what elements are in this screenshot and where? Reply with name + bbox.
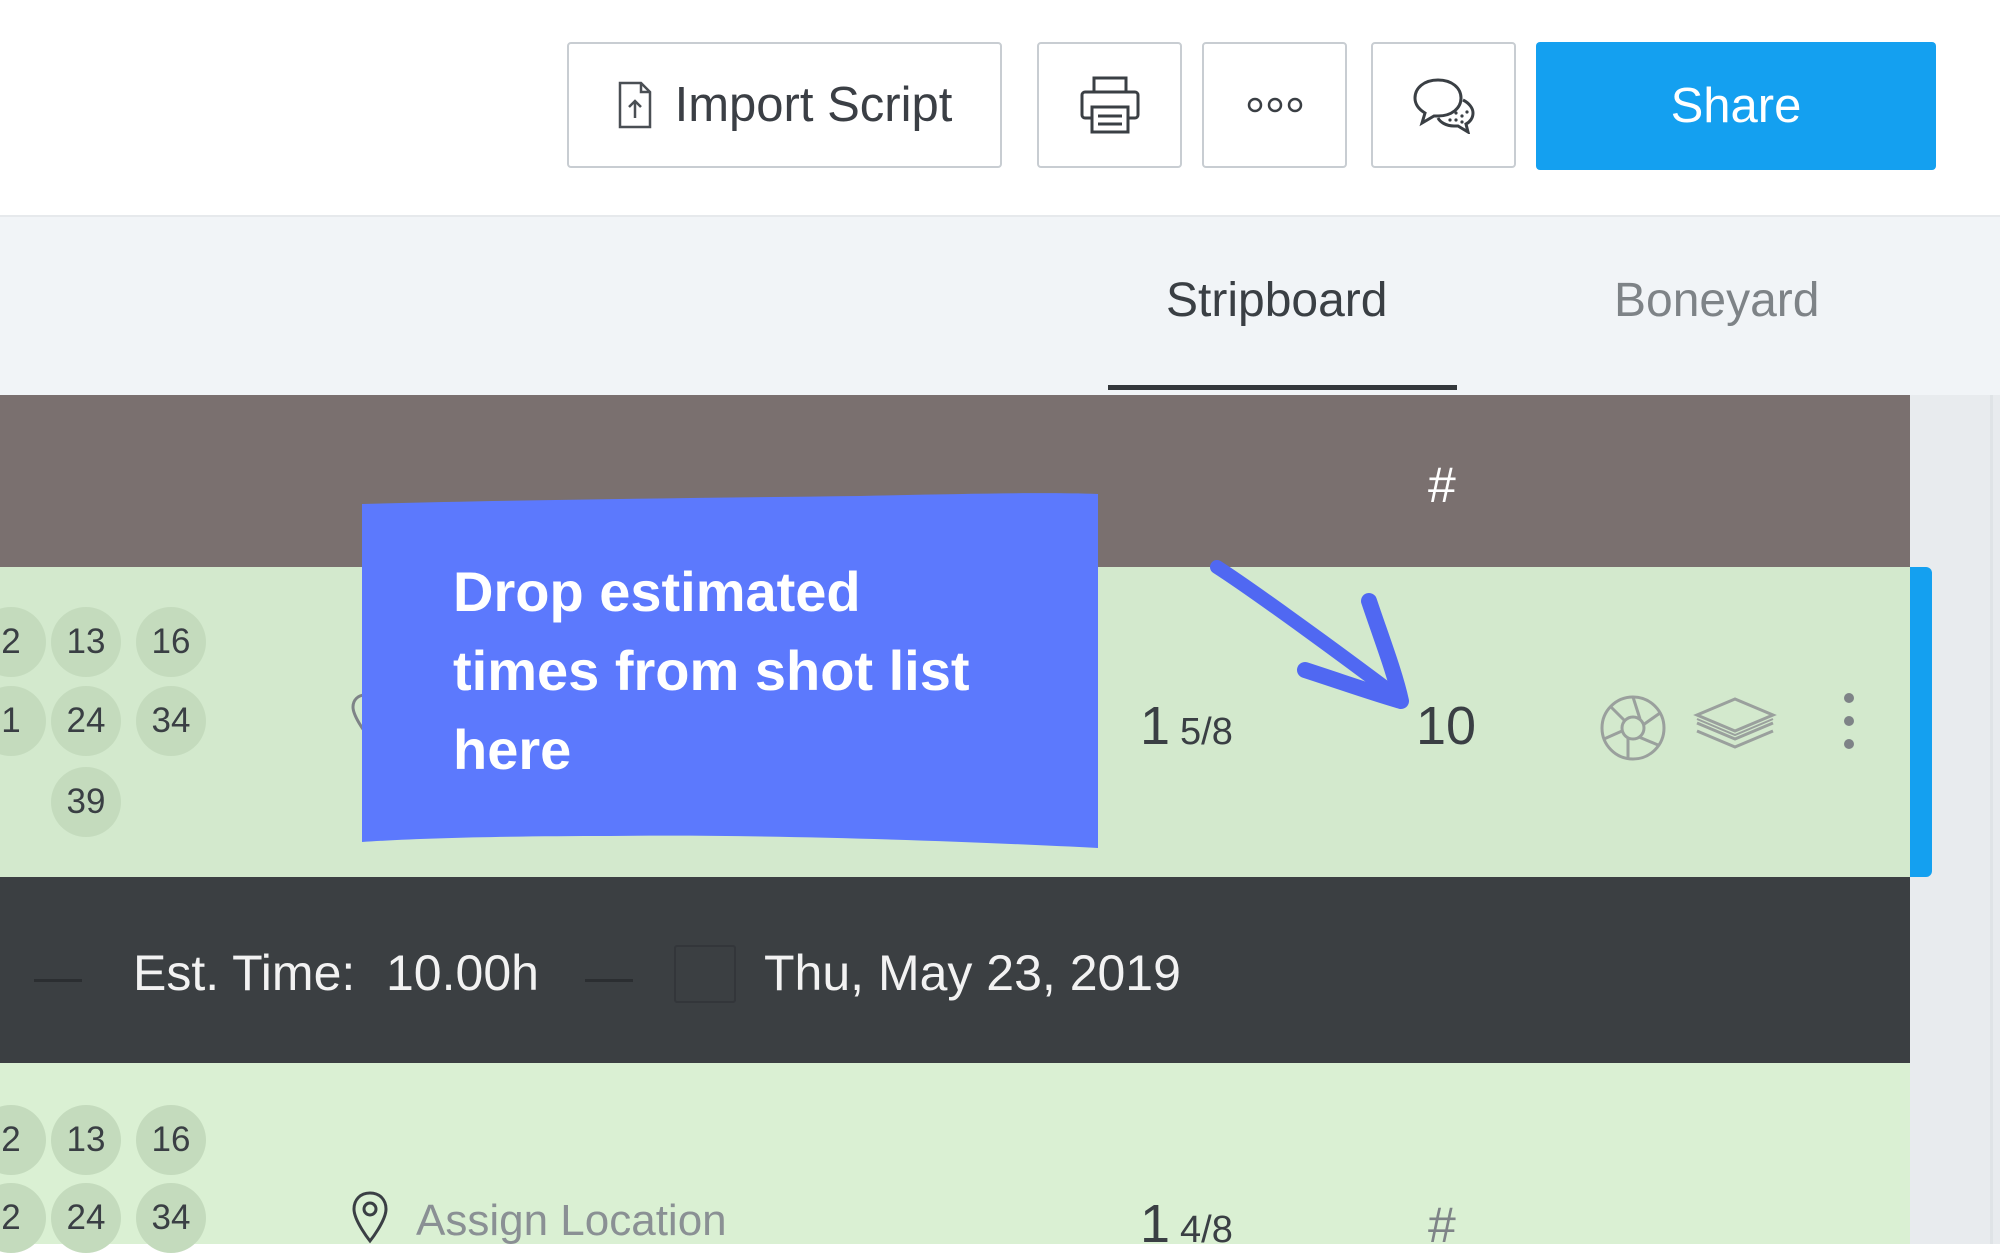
- cast-member-badge: 39: [51, 767, 121, 837]
- page-count-whole: 1: [1140, 1194, 1171, 1254]
- location-pin-icon: [352, 1191, 388, 1244]
- more-options-icon: [1247, 97, 1302, 113]
- page-count-fraction: 4/8: [1180, 1209, 1233, 1251]
- more-options-button[interactable]: [1202, 42, 1347, 168]
- est-time-label: Est. Time:: [133, 945, 356, 1001]
- cast-member-badge: 34: [136, 1183, 206, 1253]
- shoot-date: Thu, May 23, 2019: [764, 945, 1181, 1001]
- view-tabs: Stripboard Boneyard: [0, 217, 2000, 395]
- cast-member-badge: 16: [136, 607, 206, 677]
- est-time-value: 10.00h: [386, 945, 539, 1001]
- calendar-icon[interactable]: [674, 945, 736, 1003]
- import-script-button[interactable]: Import Script: [567, 42, 1002, 168]
- scene-number-placeholder[interactable]: #: [1428, 1196, 1456, 1254]
- cast-member-badge: 13: [51, 1105, 121, 1175]
- callout-text: Drop estimated times from shot list here: [453, 552, 1053, 789]
- comments-icon: [1412, 78, 1475, 134]
- cast-member-badge: 24: [51, 686, 121, 756]
- callout-line: Drop estimated: [453, 560, 861, 623]
- tab-stripboard[interactable]: Stripboard: [1166, 273, 1387, 328]
- cast-member-badge: 24: [51, 1183, 121, 1253]
- callout-line: here: [453, 718, 572, 781]
- printer-icon: [1080, 76, 1139, 134]
- cast-member-badge: 16: [136, 1105, 206, 1175]
- print-button[interactable]: [1037, 42, 1182, 168]
- scene-number: 10: [1416, 696, 1477, 756]
- tab-boneyard[interactable]: Boneyard: [1614, 273, 1819, 328]
- callout-line: times from shot list: [453, 639, 970, 702]
- assign-location-field[interactable]: Assign Location: [416, 1196, 727, 1246]
- scene-number-column-header: #: [1428, 457, 1456, 513]
- cast-member-badge: 34: [136, 686, 206, 756]
- scene-strip[interactable]: [0, 1063, 1910, 1244]
- comments-button[interactable]: [1371, 42, 1516, 168]
- page-count-fraction: 5/8: [1180, 711, 1233, 753]
- callout-arrow: [1210, 560, 1409, 709]
- import-script-label: Import Script: [674, 78, 953, 132]
- active-tab-indicator: [1108, 385, 1457, 390]
- gutter-divider: [1990, 395, 1993, 1244]
- selected-strip-indicator: [1910, 567, 1932, 877]
- page-count-whole: 1: [1140, 696, 1171, 756]
- day-break-dash: [34, 979, 82, 982]
- cast-member-badge: 13: [51, 607, 121, 677]
- layers-icon[interactable]: [1693, 695, 1777, 755]
- share-button[interactable]: Share: [1536, 42, 1936, 170]
- file-upload-icon: [618, 81, 651, 129]
- page-count: 1 4/8: [1140, 1193, 1233, 1255]
- strip-menu-kebab-icon[interactable]: [1842, 693, 1856, 753]
- day-break-dash: [585, 979, 633, 982]
- top-toolbar: Import Script Share: [0, 0, 2000, 217]
- shot-list-aperture-icon[interactable]: [1598, 693, 1668, 763]
